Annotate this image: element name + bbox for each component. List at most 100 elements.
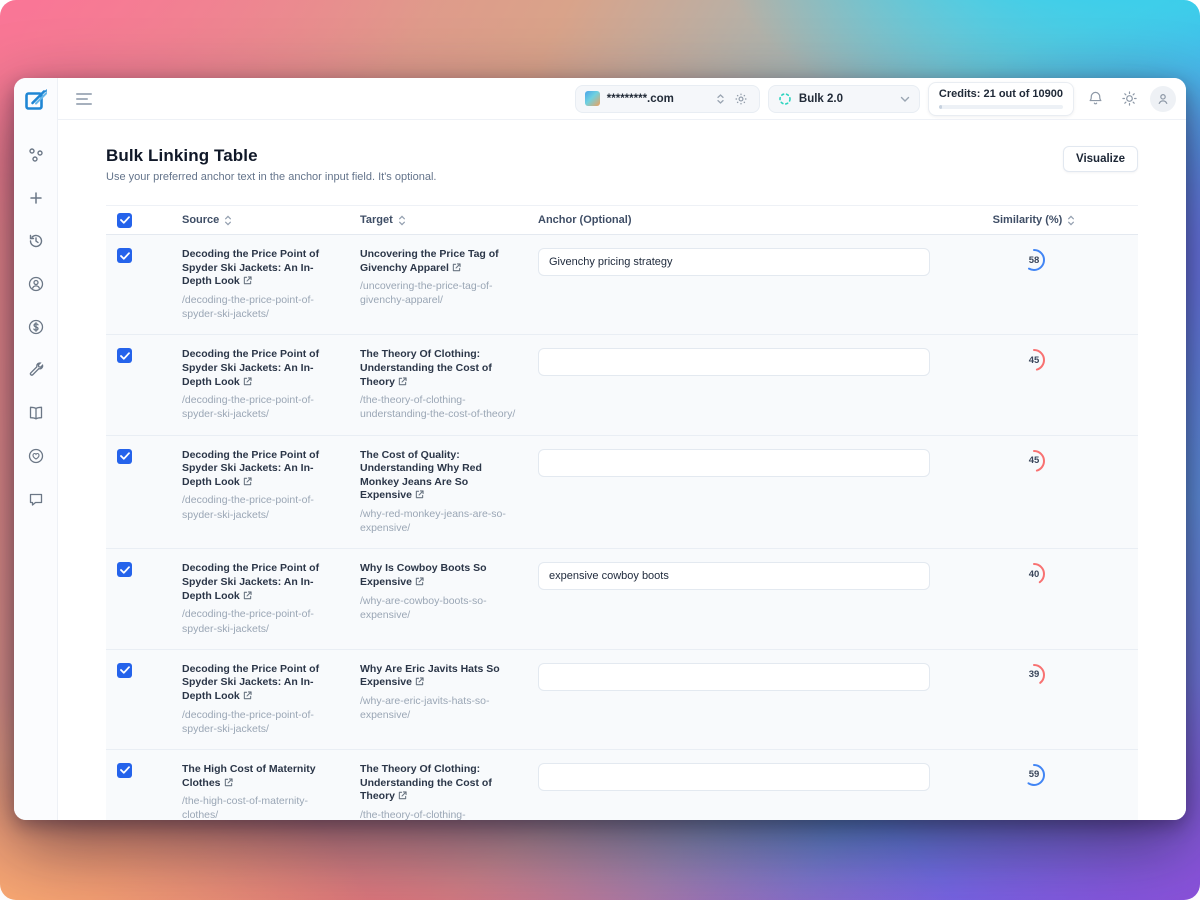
target-link[interactable]: The Cost of Quality: Understanding Why R… <box>360 449 516 504</box>
select-all-checkbox[interactable] <box>117 212 132 228</box>
source-link[interactable]: Decoding the Price Point of Spyder Ski J… <box>182 449 338 490</box>
dollar-circle-icon[interactable] <box>25 316 47 338</box>
heart-circle-icon[interactable] <box>25 445 47 467</box>
dashed-circle-icon <box>778 92 792 106</box>
table-row: Decoding the Price Point of Spyder Ski J… <box>106 235 1138 336</box>
external-link-icon[interactable] <box>243 591 252 603</box>
user-avatar-icon[interactable] <box>1150 85 1176 112</box>
anchor-input[interactable] <box>538 662 930 691</box>
similarity-ring: 45 <box>1022 449 1046 473</box>
external-link-icon[interactable] <box>243 376 252 389</box>
chevron-down-icon <box>900 90 910 108</box>
external-link-icon[interactable] <box>415 490 424 502</box>
header-source[interactable]: Source <box>182 214 360 226</box>
header-target[interactable]: Target <box>360 214 538 226</box>
source-link[interactable]: The High Cost of Maternity Clothes <box>182 763 338 790</box>
row-checkbox[interactable] <box>117 662 132 678</box>
source-url: /decoding-the-price-point-of-spyder-ski-… <box>182 608 314 635</box>
target-link[interactable]: The Theory Of Clothing: Understanding th… <box>360 348 516 389</box>
row-checkbox[interactable] <box>117 762 132 778</box>
target-link[interactable]: Uncovering the Price Tag of Givenchy App… <box>360 248 516 275</box>
book-icon[interactable] <box>25 402 47 424</box>
nodes-icon[interactable] <box>25 144 47 166</box>
wrench-icon[interactable] <box>25 359 47 381</box>
external-link-icon[interactable] <box>243 477 252 489</box>
external-link-icon[interactable] <box>398 376 407 389</box>
table-body: Decoding the Price Point of Spyder Ski J… <box>106 235 1138 820</box>
main-content: Bulk Linking Table Use your preferred an… <box>58 120 1186 820</box>
external-link-icon[interactable] <box>415 677 424 689</box>
source-link[interactable]: Decoding the Price Point of Spyder Ski J… <box>182 348 338 389</box>
credits-progress <box>938 104 1063 109</box>
visualize-button[interactable]: Visualize <box>1062 146 1138 172</box>
table-row: Decoding the Price Point of Spyder Ski J… <box>106 649 1138 750</box>
page-title: Bulk Linking Table <box>106 146 258 165</box>
mode-selector[interactable]: Bulk 2.0 <box>767 84 920 113</box>
external-link-icon[interactable] <box>452 263 461 275</box>
anchor-input[interactable] <box>538 348 930 377</box>
anchor-input[interactable] <box>538 562 930 591</box>
similarity-ring: 39 <box>1022 663 1046 687</box>
similarity-value: 40 <box>1028 568 1040 580</box>
plus-icon[interactable] <box>25 187 47 209</box>
app-window: *********.com Bulk 2.0 Credits: 21 out o… <box>14 78 1186 820</box>
user-circle-icon[interactable] <box>25 273 47 295</box>
sidebar <box>14 78 58 820</box>
similarity-ring: 45 <box>1022 348 1046 372</box>
target-link[interactable]: The Theory Of Clothing: Understanding th… <box>360 763 516 804</box>
sort-icon[interactable] <box>224 215 232 226</box>
target-url: /why-red-monkey-jeans-are-so-expensive/ <box>360 508 506 535</box>
sort-icon[interactable] <box>398 215 406 226</box>
history-icon[interactable] <box>25 230 47 252</box>
anchor-input[interactable] <box>538 448 930 477</box>
row-checkbox[interactable] <box>117 562 132 578</box>
topbar: *********.com Bulk 2.0 Credits: 21 out o… <box>58 78 1186 120</box>
domain-selector[interactable]: *********.com <box>574 84 760 113</box>
sun-icon[interactable] <box>1116 86 1142 112</box>
anchor-input[interactable] <box>538 762 930 791</box>
external-link-icon[interactable] <box>243 691 252 703</box>
header-anchor: Anchor (Optional) <box>538 214 632 226</box>
similarity-ring: 40 <box>1022 562 1046 586</box>
source-url: /decoding-the-price-point-of-spyder-ski-… <box>182 394 314 421</box>
gear-icon[interactable] <box>732 90 750 108</box>
table-row: Decoding the Price Point of Spyder Ski J… <box>106 335 1138 436</box>
chat-bubble-icon[interactable] <box>25 488 47 510</box>
source-url: /decoding-the-price-point-of-spyder-ski-… <box>182 293 314 321</box>
target-url: /why-are-cowboy-boots-so-expensive/ <box>360 594 487 621</box>
table-row: Decoding the Price Point of Spyder Ski J… <box>106 549 1138 650</box>
source-link[interactable]: Decoding the Price Point of Spyder Ski J… <box>182 248 338 289</box>
similarity-ring: 58 <box>1022 248 1046 272</box>
similarity-ring: 59 <box>1022 763 1046 787</box>
row-checkbox[interactable] <box>117 348 132 364</box>
target-title: Why Are Eric Javits Hats So Expensive <box>360 662 500 689</box>
source-link[interactable]: Decoding the Price Point of Spyder Ski J… <box>182 562 338 603</box>
header-similarity[interactable]: Similarity (%) <box>930 214 1138 226</box>
hamburger-icon[interactable] <box>76 92 92 105</box>
table-row: The High Cost of Maternity Clothes /the-… <box>106 749 1138 820</box>
external-link-icon[interactable] <box>415 577 424 589</box>
external-link-icon[interactable] <box>398 791 407 803</box>
target-url: /uncovering-the-price-tag-of-givenchy-ap… <box>360 280 493 307</box>
external-link-icon[interactable] <box>224 777 233 790</box>
row-checkbox[interactable] <box>117 448 132 464</box>
target-url: /why-are-eric-javits-hats-so-expensive/ <box>360 694 490 722</box>
app-logo-edit-square-icon[interactable] <box>22 86 50 114</box>
source-link[interactable]: Decoding the Price Point of Spyder Ski J… <box>182 663 338 704</box>
page-subtitle: Use your preferred anchor text in the an… <box>106 171 437 183</box>
target-title: The Theory Of Clothing: Understanding th… <box>360 762 492 803</box>
target-link[interactable]: Why Are Eric Javits Hats So Expensive <box>360 663 516 690</box>
target-link[interactable]: Why Is Cowboy Boots So Expensive <box>360 562 516 589</box>
domain-label: *********.com <box>606 92 674 105</box>
source-url: /decoding-the-price-point-of-spyder-ski-… <box>182 708 314 735</box>
row-checkbox[interactable] <box>117 248 132 263</box>
similarity-value: 45 <box>1028 354 1040 366</box>
bell-icon[interactable] <box>1082 86 1108 112</box>
chevron-updown-icon[interactable] <box>716 93 725 105</box>
target-url: /the-theory-of-clothing-understanding-th… <box>360 394 516 421</box>
target-url: /the-theory-of-clothing-understanding-th… <box>360 808 466 820</box>
table-row: Decoding the Price Point of Spyder Ski J… <box>106 435 1138 550</box>
external-link-icon[interactable] <box>243 276 252 288</box>
anchor-input[interactable] <box>538 248 930 276</box>
sort-icon[interactable] <box>1067 215 1075 226</box>
